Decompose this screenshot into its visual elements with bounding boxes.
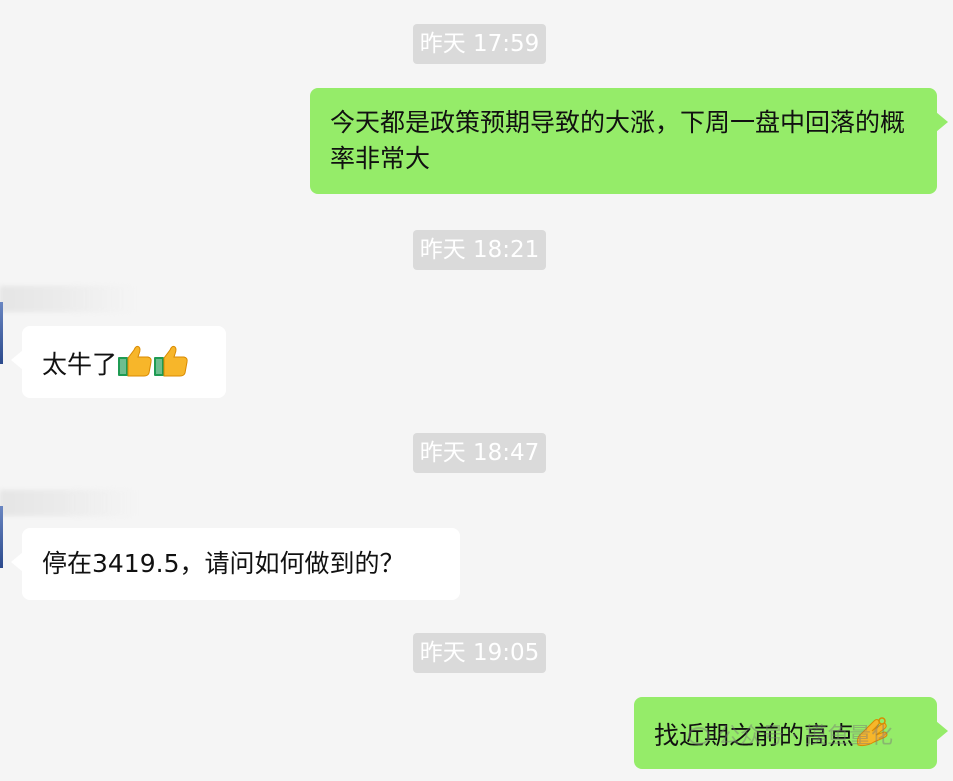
bubble-tail: [936, 721, 948, 741]
bubble-tail: [936, 112, 948, 132]
bubble-tail: [11, 350, 23, 370]
thumbs-up-icon: [154, 345, 188, 377]
timestamp: 昨天 19:05: [413, 633, 546, 673]
message-text: 今天都是政策预期导致的大涨，下周一盘中回落的概率非常大: [330, 108, 906, 173]
timestamp: 昨天 17:59: [413, 24, 546, 64]
message-bubble-received[interactable]: 太牛了: [11, 326, 226, 398]
message-text: 停在3419.5，请问如何做到的？: [42, 549, 405, 578]
message-bubble-sent[interactable]: 今天都是政策预期导致的大涨，下周一盘中回落的概率非常大: [310, 88, 948, 194]
sender-name-blurred: [0, 286, 134, 312]
timestamp: 昨天 18:21: [413, 230, 546, 270]
wechat-icon: [688, 727, 710, 745]
watermark: 公众号 · 摸鱼量化: [688, 722, 893, 752]
watermark-text: 公众号 · 摸鱼量化: [718, 724, 893, 749]
timestamp: 昨天 18:47: [413, 433, 546, 473]
message-text: 太牛了: [42, 350, 118, 379]
thumbs-up-icon: [118, 345, 152, 377]
avatar[interactable]: [0, 506, 3, 568]
avatar[interactable]: [0, 302, 3, 364]
message-bubble-received[interactable]: 停在3419.5，请问如何做到的？: [11, 528, 460, 600]
sender-name-blurred: [0, 490, 136, 516]
bubble-tail: [11, 552, 23, 572]
